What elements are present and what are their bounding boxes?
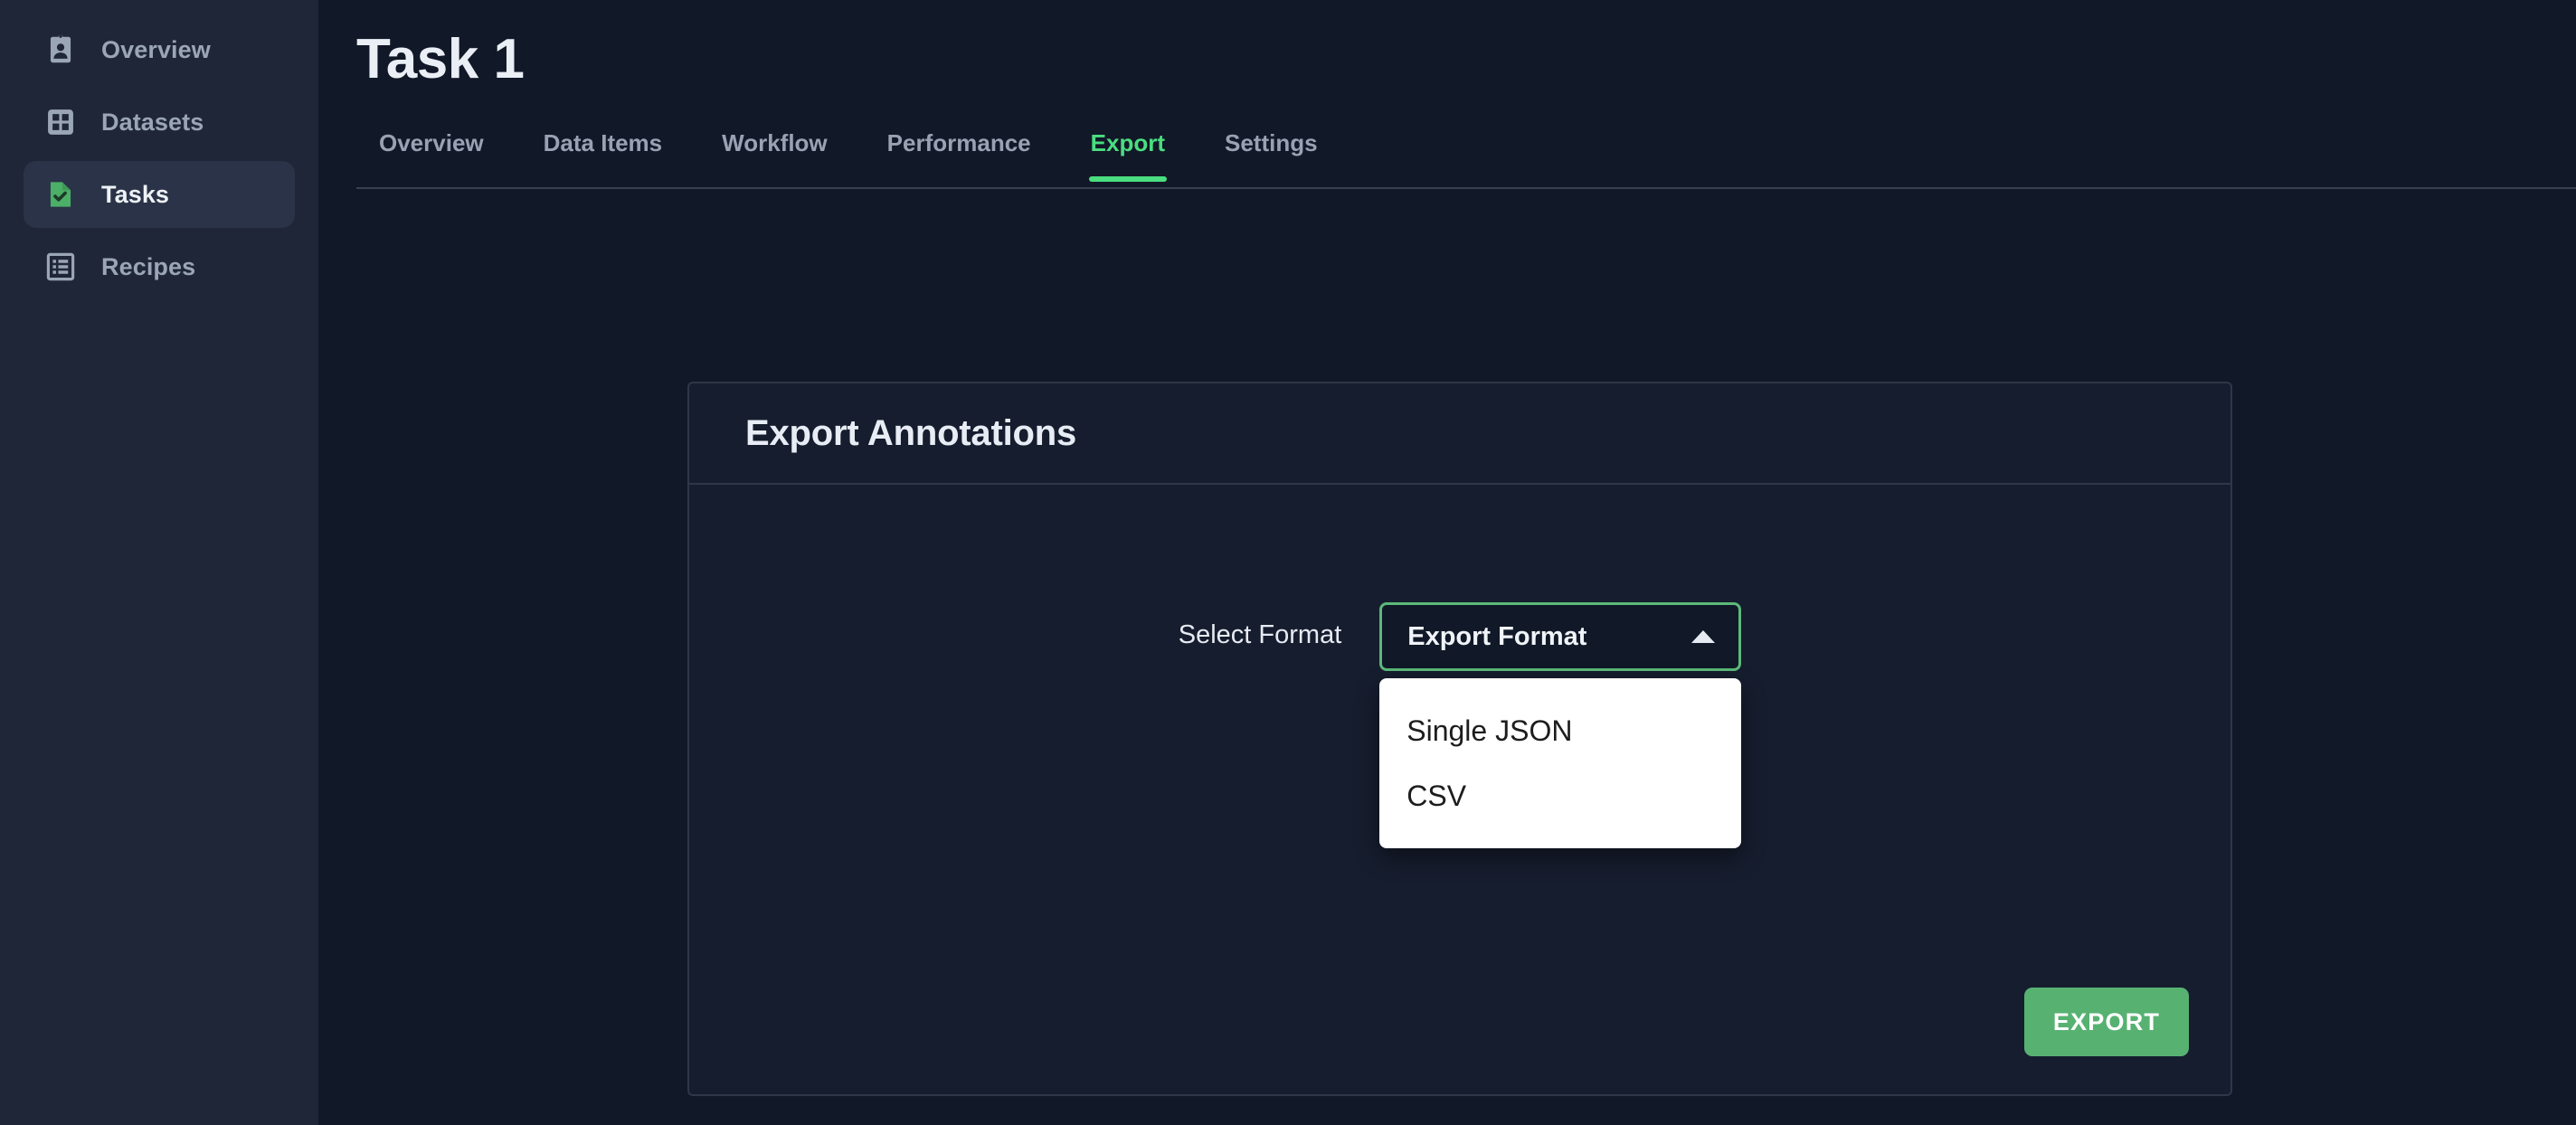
sidebar: Overview Datasets Tasks Recipes	[0, 0, 318, 1125]
select-format-label: Select Format	[1178, 620, 1342, 649]
tab-list: Overview Data Items Workflow Performance…	[356, 124, 2576, 182]
sidebar-item-datasets[interactable]: Datasets	[24, 89, 295, 156]
task-document-check-icon	[43, 177, 78, 212]
tab-performance[interactable]: Performance	[857, 124, 1061, 182]
tab-workflow[interactable]: Workflow	[692, 124, 857, 182]
grid-icon	[43, 105, 78, 139]
sidebar-item-tasks[interactable]: Tasks	[24, 161, 295, 228]
export-format-select-wrapper: Export Format Single JSON CSV	[1379, 602, 1742, 848]
tab-export[interactable]: Export	[1061, 124, 1195, 182]
tab-divider	[356, 187, 2576, 189]
main-content: Task 1 Overview Data Items Workflow Perf…	[318, 0, 2576, 1125]
sidebar-item-recipes[interactable]: Recipes	[24, 233, 295, 300]
list-box-icon	[43, 250, 78, 284]
page-title: Task 1	[356, 28, 525, 90]
id-badge-icon	[43, 33, 78, 67]
tab-bar: Overview Data Items Workflow Performance…	[356, 124, 2576, 189]
menu-item-single-json[interactable]: Single JSON	[1379, 698, 1741, 763]
tab-data-items[interactable]: Data Items	[514, 124, 693, 182]
tab-settings[interactable]: Settings	[1195, 124, 1348, 182]
tab-overview[interactable]: Overview	[356, 124, 514, 182]
sidebar-item-label: Overview	[101, 35, 211, 63]
caret-up-icon	[1691, 630, 1716, 643]
export-format-dropdown-menu: Single JSON CSV	[1379, 678, 1742, 848]
card-title: Export Annotations	[745, 412, 1077, 453]
card-body: Select Format Export Format Single JSON …	[689, 485, 2230, 1094]
sidebar-item-overview[interactable]: Overview	[24, 16, 295, 83]
export-button[interactable]: EXPORT	[2024, 988, 2189, 1056]
sidebar-item-label: Recipes	[101, 252, 196, 280]
select-format-row: Select Format Export Format Single JSON …	[689, 602, 2230, 848]
export-annotations-card: Export Annotations Select Format Export …	[687, 382, 2232, 1096]
sidebar-item-label: Tasks	[101, 180, 170, 208]
app-root: Overview Datasets Tasks Recipes Task 1 O…	[0, 0, 2576, 1125]
sidebar-item-label: Datasets	[101, 108, 204, 136]
export-format-select[interactable]: Export Format	[1379, 602, 1742, 671]
menu-item-csv[interactable]: CSV	[1379, 763, 1741, 828]
card-header: Export Annotations	[689, 383, 2230, 485]
export-format-value: Export Format	[1407, 621, 1587, 651]
